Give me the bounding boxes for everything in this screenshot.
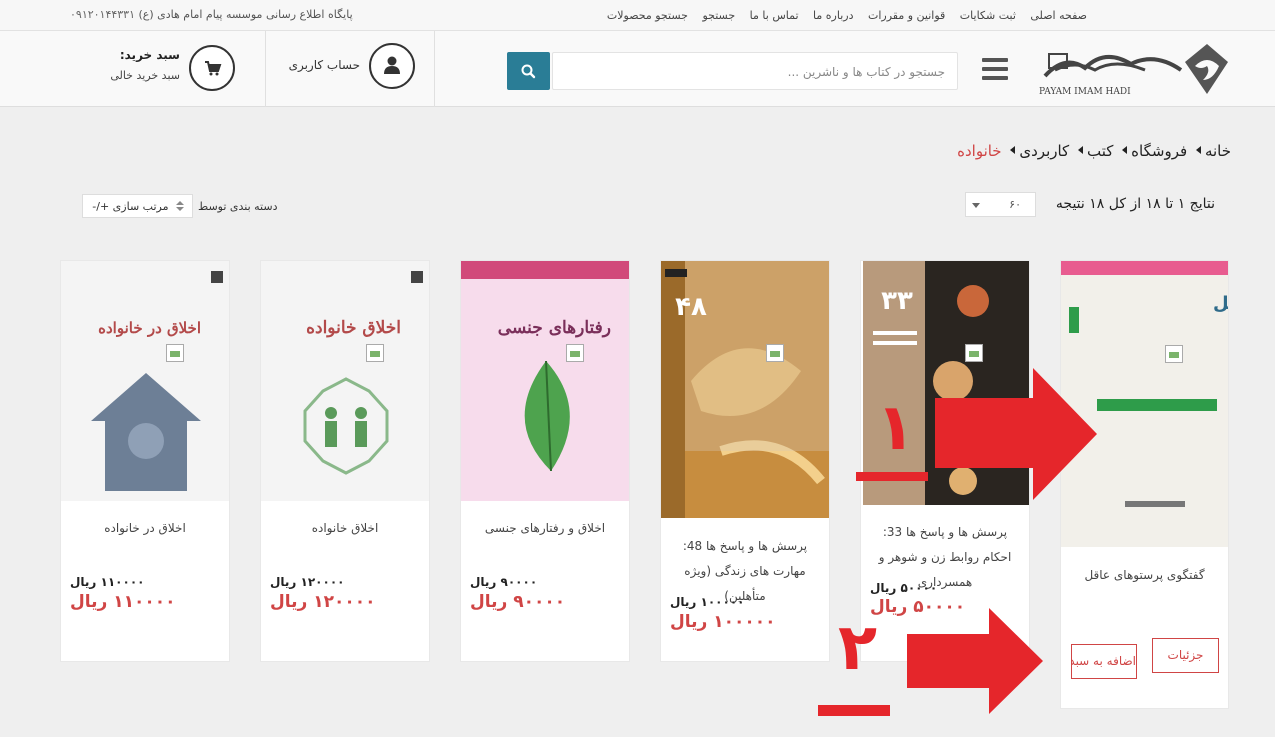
product-title[interactable]: اخلاق و رفتارهای جنسی	[469, 516, 621, 541]
breadcrumb-separator	[1195, 146, 1201, 154]
cart-button[interactable]	[189, 45, 235, 91]
breadcrumb-separator	[1077, 146, 1083, 154]
product-card[interactable]: اخلاق خانواده اخلاق خانواده ۱۲۰۰۰۰ ریال …	[260, 260, 430, 662]
breadcrumb: خانه فروشگاه کتب کاربردی خانواده	[957, 142, 1231, 160]
breadcrumb-separator	[1010, 146, 1016, 154]
logo-latin-text: PAYAM IMAM HADI	[1039, 87, 1131, 97]
product-title[interactable]: گفتگوی پرستوهای عاقل	[1069, 563, 1220, 588]
price-original: ۵۰۰۰۰ ریال	[870, 581, 938, 595]
breadcrumb-books[interactable]: کتب	[1087, 142, 1113, 160]
per-page-select[interactable]: ۶۰	[965, 192, 1036, 217]
price-sale: ۱۲۰۰۰۰ ریال	[270, 592, 376, 612]
top-nav-contact[interactable]: تماس با ما	[750, 9, 799, 22]
site-header: PAYAM IMAM HADI جستجو در کتاب ها و ناشری…	[0, 31, 1275, 107]
annotation-underline-2	[818, 705, 890, 716]
account-label[interactable]: حساب کاربری	[280, 58, 360, 72]
top-nav-search[interactable]: جستجو	[702, 9, 735, 22]
menu-icon[interactable]	[982, 58, 1008, 80]
annotation-number-1: ۱	[876, 391, 916, 465]
breadcrumb-home[interactable]: خانه	[1205, 142, 1231, 160]
top-nav-rules[interactable]: قوانین و مقررات	[868, 9, 945, 22]
breadcrumb-applied[interactable]: کاربردی	[1019, 142, 1069, 160]
product-cover[interactable]: ۴۸	[661, 261, 829, 518]
image-placeholder-icon	[1165, 345, 1183, 363]
annotation-number-2: ۲	[838, 611, 878, 685]
annotation-arrow-1	[935, 368, 1097, 500]
site-info-text: پایگاه اطلاع رسانی موسسه پیام امام هادی …	[138, 8, 353, 21]
product-cover[interactable]: رفتارهای جنسی	[461, 261, 629, 501]
cart-icon	[205, 61, 222, 76]
top-nav-home[interactable]: صفحه اصلی	[1030, 9, 1087, 22]
cover-number: ۴۸	[675, 292, 707, 322]
top-nav-about[interactable]: درباره ما	[813, 9, 853, 22]
search-placeholder: جستجو در کتاب ها و ناشرین ...	[787, 65, 945, 79]
top-nav-product-search[interactable]: جستجو محصولات	[607, 9, 688, 22]
site-logo[interactable]: PAYAM IMAM HADI	[1035, 40, 1228, 98]
price-original: ۱۰۰۰۰۰ ریال	[670, 595, 745, 609]
cart-status: سبد خرید خالی	[110, 69, 180, 82]
results-count: نتایج ۱ تا ۱۸ از کل ۱۸ نتیجه	[1055, 196, 1215, 212]
product-title[interactable]: اخلاق در خانواده	[69, 516, 221, 541]
product-cover[interactable]: اخلاق در خانواده	[61, 261, 229, 501]
price-sale: ۱۱۰۰۰۰ ریال	[70, 592, 176, 612]
site-info: پایگاه اطلاع رسانی موسسه پیام امام هادی …	[70, 8, 353, 21]
chevron-down-icon	[972, 203, 980, 208]
image-placeholder-icon	[166, 344, 184, 362]
product-card[interactable]: ۴۸ پرسش ها و پاسخ ها 48: مهارت های زندگی…	[660, 260, 830, 662]
cover-title: اخلاق خانواده	[306, 318, 401, 338]
product-title[interactable]: اخلاق خانواده	[269, 516, 421, 541]
user-icon	[384, 56, 400, 74]
sort-value: مرتب سازی +/-	[92, 200, 169, 213]
price-original: ۱۱۰۰۰۰ ریال	[70, 575, 145, 589]
cover-title: گفتگوی پرستوهای عاقل	[1213, 292, 1228, 314]
search-input[interactable]: جستجو در کتاب ها و ناشرین ...	[552, 52, 958, 90]
sort-icon	[176, 201, 184, 211]
top-bar: صفحه اصلی ثبت شکایات قوانین و مقررات درب…	[0, 0, 1275, 31]
details-button[interactable]: جزئیات	[1152, 638, 1219, 673]
cover-title: اخلاق در خانواده	[98, 319, 201, 337]
header-divider	[265, 31, 266, 107]
top-nav-complaints[interactable]: ثبت شکایات	[960, 9, 1016, 22]
price-original: ۹۰۰۰۰ ریال	[470, 575, 538, 589]
image-placeholder-icon	[766, 344, 784, 362]
search-icon	[521, 64, 536, 79]
image-placeholder-icon	[366, 344, 384, 362]
breadcrumb-shop[interactable]: فروشگاه	[1131, 142, 1187, 160]
search-button[interactable]	[507, 52, 550, 90]
breadcrumb-separator	[1122, 146, 1128, 154]
image-placeholder-icon	[965, 344, 983, 362]
product-card[interactable]: اخلاق در خانواده اخلاق در خانواده ۱۱۰۰۰۰…	[60, 260, 230, 662]
price-sale: ۹۰۰۰۰ ریال	[470, 592, 566, 612]
product-card[interactable]: رفتارهای جنسی اخلاق و رفتارهای جنسی ۹۰۰۰…	[460, 260, 630, 662]
price-original: ۱۲۰۰۰۰ ریال	[270, 575, 345, 589]
annotation-arrow-2	[907, 608, 1043, 714]
top-nav: صفحه اصلی ثبت شکایات قوانین و مقررات درب…	[596, 9, 1087, 22]
price-sale: ۱۰۰۰۰۰ ریال	[670, 612, 776, 632]
sort-label: دسته بندی توسط	[198, 200, 278, 213]
image-placeholder-icon	[566, 344, 584, 362]
add-to-cart-button[interactable]: اضافه به سبد	[1071, 644, 1137, 679]
per-page-value: ۶۰	[1009, 198, 1021, 211]
annotation-underline-1	[856, 472, 928, 481]
cover-number: ۳۳	[881, 286, 913, 316]
cart-title: سبد خرید:	[119, 48, 180, 62]
product-cover[interactable]: اخلاق خانواده	[261, 261, 429, 501]
header-divider	[434, 31, 435, 107]
breadcrumb-current: خانواده	[957, 142, 1002, 160]
sort-select[interactable]: مرتب سازی +/-	[82, 194, 193, 218]
site-phone: ۰۹۱۲۰۱۴۴۳۳۱	[70, 8, 135, 21]
account-button[interactable]	[369, 43, 415, 89]
cover-title: رفتارهای جنسی	[498, 318, 611, 338]
